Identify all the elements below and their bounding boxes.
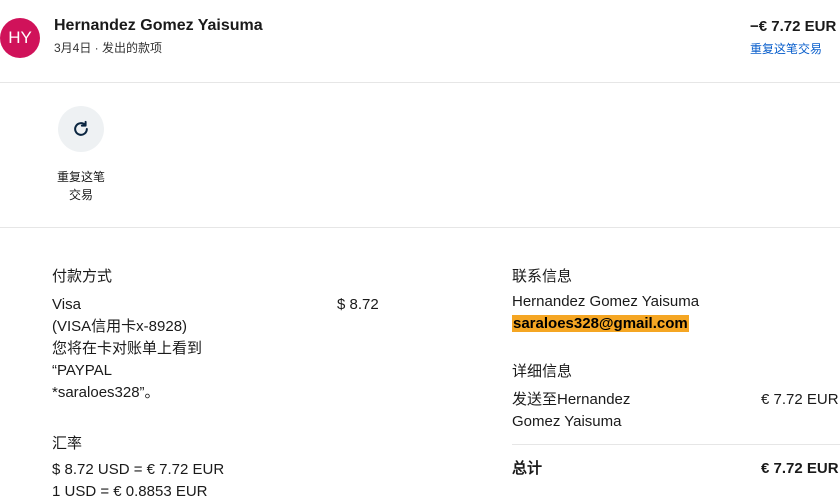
statement-line2: “PAYPAL [52, 362, 113, 379]
total-amount: € 7.72 EUR [761, 460, 839, 477]
contact-info-title: 联系信息 [512, 268, 573, 285]
total-label: 总计 [512, 460, 543, 477]
contact-email[interactable]: saraloes328@gmail.com [512, 315, 689, 332]
repeat-transaction-button[interactable] [58, 106, 104, 152]
transaction-header: HY Hernandez Gomez Yaisuma 3月4日 · 发出的款项 … [0, 0, 840, 83]
repeat-label-line1: 重复这笔 [56, 170, 105, 184]
section-divider [0, 227, 840, 228]
repeat-label-line2: 交易 [68, 188, 93, 202]
sent-to-line1: 发送至Hernandez [512, 391, 631, 408]
avatar: HY [0, 18, 40, 58]
payment-method-name: Visa [52, 296, 81, 313]
exchange-rate-details: $ 8.72 USD = € 7.72 EUR 1 USD = € 0.8853… [52, 459, 224, 503]
statement-line3: *saraloes328”。 [52, 384, 160, 401]
payment-method-title: 付款方式 [52, 268, 113, 285]
exchange-rate-line2: 1 USD = € 0.8853 EUR [52, 483, 208, 500]
transaction-amount: −€ 7.72 EUR [750, 18, 837, 35]
details-title: 详细信息 [512, 363, 573, 380]
exchange-rate-line1: $ 8.72 USD = € 7.72 EUR [52, 461, 225, 478]
repeat-transaction-label: 重复这笔 交易 [54, 168, 108, 204]
total-divider [512, 444, 840, 445]
contact-name: Hernandez Gomez Yaisuma [512, 293, 700, 310]
sent-to-line2: Gomez Yaisuma [512, 413, 622, 430]
recipient-name: Hernandez Gomez Yaisuma [54, 17, 263, 34]
transaction-date-type: 3月4日 · 发出的款项 [54, 41, 163, 55]
payment-method-details: Visa (VISA信用卡x-8928) 您将在卡对账单上看到 “PAYPAL … [52, 294, 292, 404]
exchange-rate-title: 汇率 [52, 435, 83, 452]
statement-line1: 您将在卡对账单上看到 [52, 340, 203, 357]
sent-amount: € 7.72 EUR [761, 391, 839, 408]
sent-to-details: 发送至Hernandez Gomez Yaisuma [512, 389, 630, 433]
repeat-transaction-link[interactable]: 重复这笔交易 [750, 40, 822, 57]
refresh-icon [74, 120, 88, 136]
payment-card: (VISA信用卡x-8928) [52, 318, 188, 335]
payment-amount: $ 8.72 [337, 296, 379, 313]
